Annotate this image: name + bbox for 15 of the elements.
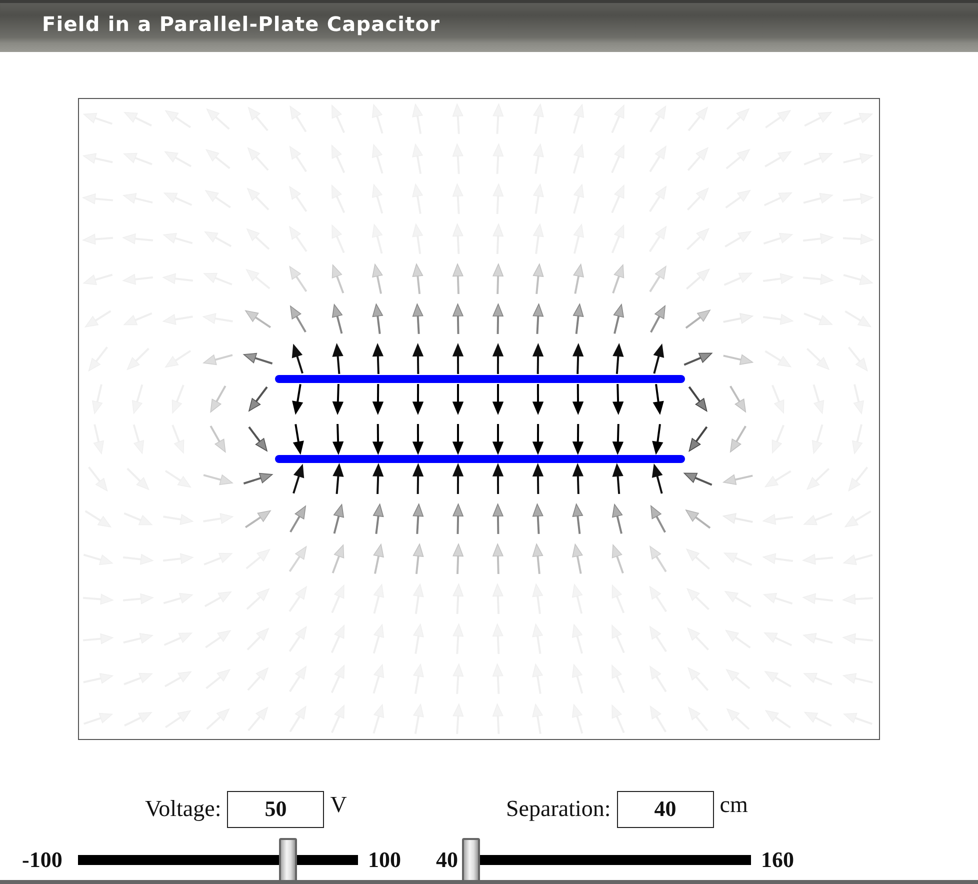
slider-min-label: 40 (436, 847, 459, 873)
voltage-slider[interactable] (78, 838, 358, 882)
separation-label: Separation: (506, 796, 611, 822)
slider-thumb[interactable] (462, 838, 480, 882)
window-title: Field in a Parallel-Plate Capacitor (42, 12, 440, 36)
separation-field[interactable]: 40 (616, 790, 714, 828)
slider-min-label: -100 (22, 847, 64, 873)
voltage-field[interactable]: 50 (227, 790, 324, 828)
slider-thumb[interactable] (279, 838, 297, 882)
voltage-unit: V (330, 792, 347, 818)
slider-max-label: 100 (368, 847, 402, 873)
voltage-label: Voltage: (145, 796, 222, 822)
separation-unit: cm (720, 792, 748, 818)
slider-max-label: 160 (761, 847, 795, 873)
separation-slider[interactable] (464, 838, 751, 882)
